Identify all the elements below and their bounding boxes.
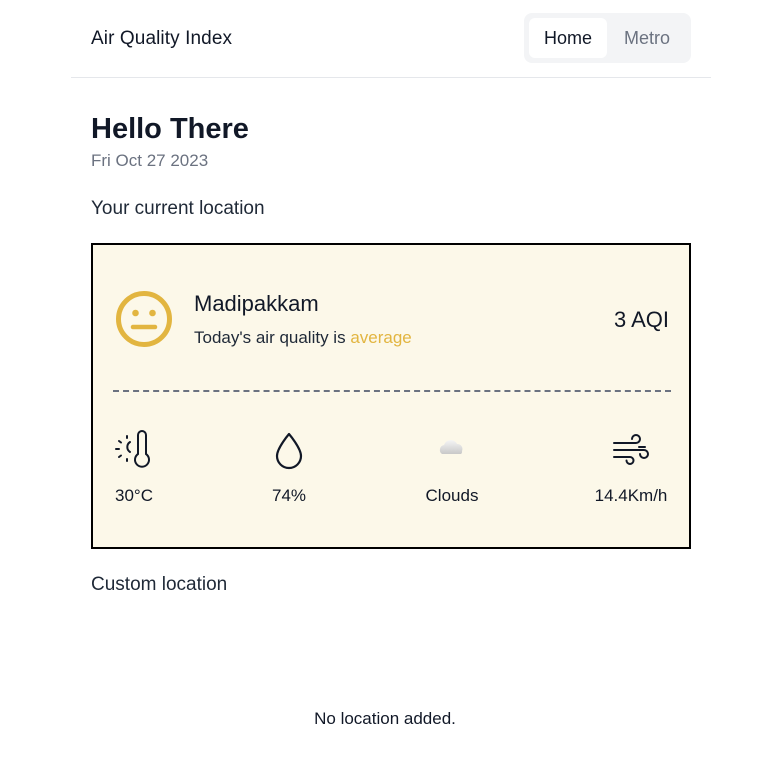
cloud-icon <box>439 440 463 454</box>
air-quality-status: average <box>350 328 412 347</box>
humidity-value: 74% <box>271 486 307 505</box>
nav-tabs: Home Metro <box>524 13 691 63</box>
current-date: Fri Oct 27 2023 <box>91 151 209 170</box>
aqi-value: 3 AQI <box>613 307 669 332</box>
app-title: Air Quality Index <box>91 28 233 49</box>
current-location-card[interactable]: Madipakkam Today's air quality is averag… <box>91 243 691 549</box>
temperature-stat: 30°C <box>74 430 194 506</box>
condition-stat: Clouds <box>392 430 512 506</box>
greeting-title: Hello There <box>91 113 249 145</box>
condition-value: Clouds <box>425 486 479 505</box>
app-header: Air Quality Index Home Metro <box>71 0 711 78</box>
wind-stat: 14.4Km/h <box>571 430 691 506</box>
neutral-face-icon <box>116 291 172 347</box>
air-quality-prefix: Today's air quality is <box>194 328 351 347</box>
temperature-value: 30°C <box>115 486 153 505</box>
air-quality-text: Today's air quality is average <box>194 328 412 348</box>
thermometer-sun-icon <box>115 430 150 468</box>
card-divider <box>113 390 671 392</box>
droplet-icon <box>275 432 303 470</box>
custom-location-heading: Custom location <box>91 574 228 595</box>
empty-state-text: No location added. <box>314 709 456 728</box>
tab-home[interactable]: Home <box>529 18 607 58</box>
location-name: Madipakkam <box>194 291 319 316</box>
wind-value: 14.4Km/h <box>594 486 668 505</box>
wind-icon <box>613 434 649 465</box>
humidity-stat: 74% <box>229 430 349 506</box>
current-location-heading: Your current location <box>91 198 265 219</box>
tab-metro[interactable]: Metro <box>611 18 683 58</box>
